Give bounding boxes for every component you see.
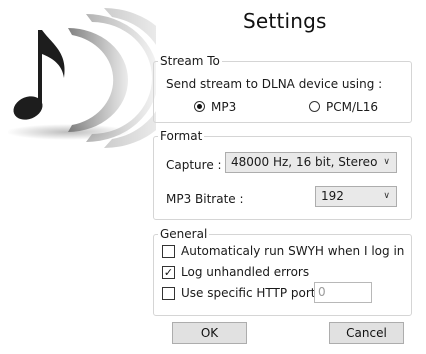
stream-to-legend: Stream To [160, 54, 220, 68]
cancel-button[interactable]: Cancel [329, 322, 404, 344]
radio-mp3[interactable] [194, 101, 205, 112]
capture-value: 48000 Hz, 16 bit, Stereo [231, 155, 378, 169]
auto-run-label: Automaticaly run SWYH when I log in [181, 244, 405, 258]
bitrate-label: MP3 Bitrate : [166, 192, 244, 206]
format-legend: Format [160, 129, 203, 143]
auto-run-checkbox[interactable] [162, 245, 175, 258]
checkmark-icon: ✓ [163, 266, 174, 279]
bitrate-value: 192 [321, 189, 344, 203]
http-port-option[interactable]: Use specific HTTP port : [162, 286, 323, 301]
http-port-input[interactable]: 0 [314, 282, 372, 303]
radio-mp3-label: MP3 [211, 100, 237, 114]
bitrate-select[interactable]: 192 ∨ [315, 186, 397, 207]
dialog-title: Settings [243, 9, 327, 33]
music-note-logo-icon [8, 8, 156, 148]
stream-prompt: Send stream to DLNA device using : [166, 77, 383, 91]
log-errors-label: Log unhandled errors [181, 265, 310, 279]
radio-pcm-label: PCM/L16 [326, 100, 378, 114]
log-errors-option[interactable]: ✓ Log unhandled errors [162, 265, 322, 280]
capture-label: Capture : [166, 158, 222, 172]
http-port-checkbox[interactable] [162, 287, 175, 300]
auto-run-option[interactable]: Automaticaly run SWYH when I log in [162, 244, 405, 259]
radio-mp3-option[interactable]: MP3 [194, 100, 254, 114]
capture-select[interactable]: 48000 Hz, 16 bit, Stereo ∨ [225, 152, 397, 173]
http-port-label: Use specific HTTP port : [181, 286, 324, 300]
general-legend: General [160, 227, 208, 241]
radio-pcm-option[interactable]: PCM/L16 [309, 100, 389, 114]
chevron-down-icon: ∨ [383, 157, 390, 167]
chevron-down-icon: ∨ [383, 191, 390, 201]
log-errors-checkbox[interactable]: ✓ [162, 266, 175, 279]
ok-button[interactable]: OK [172, 322, 247, 344]
radio-pcm[interactable] [309, 101, 320, 112]
